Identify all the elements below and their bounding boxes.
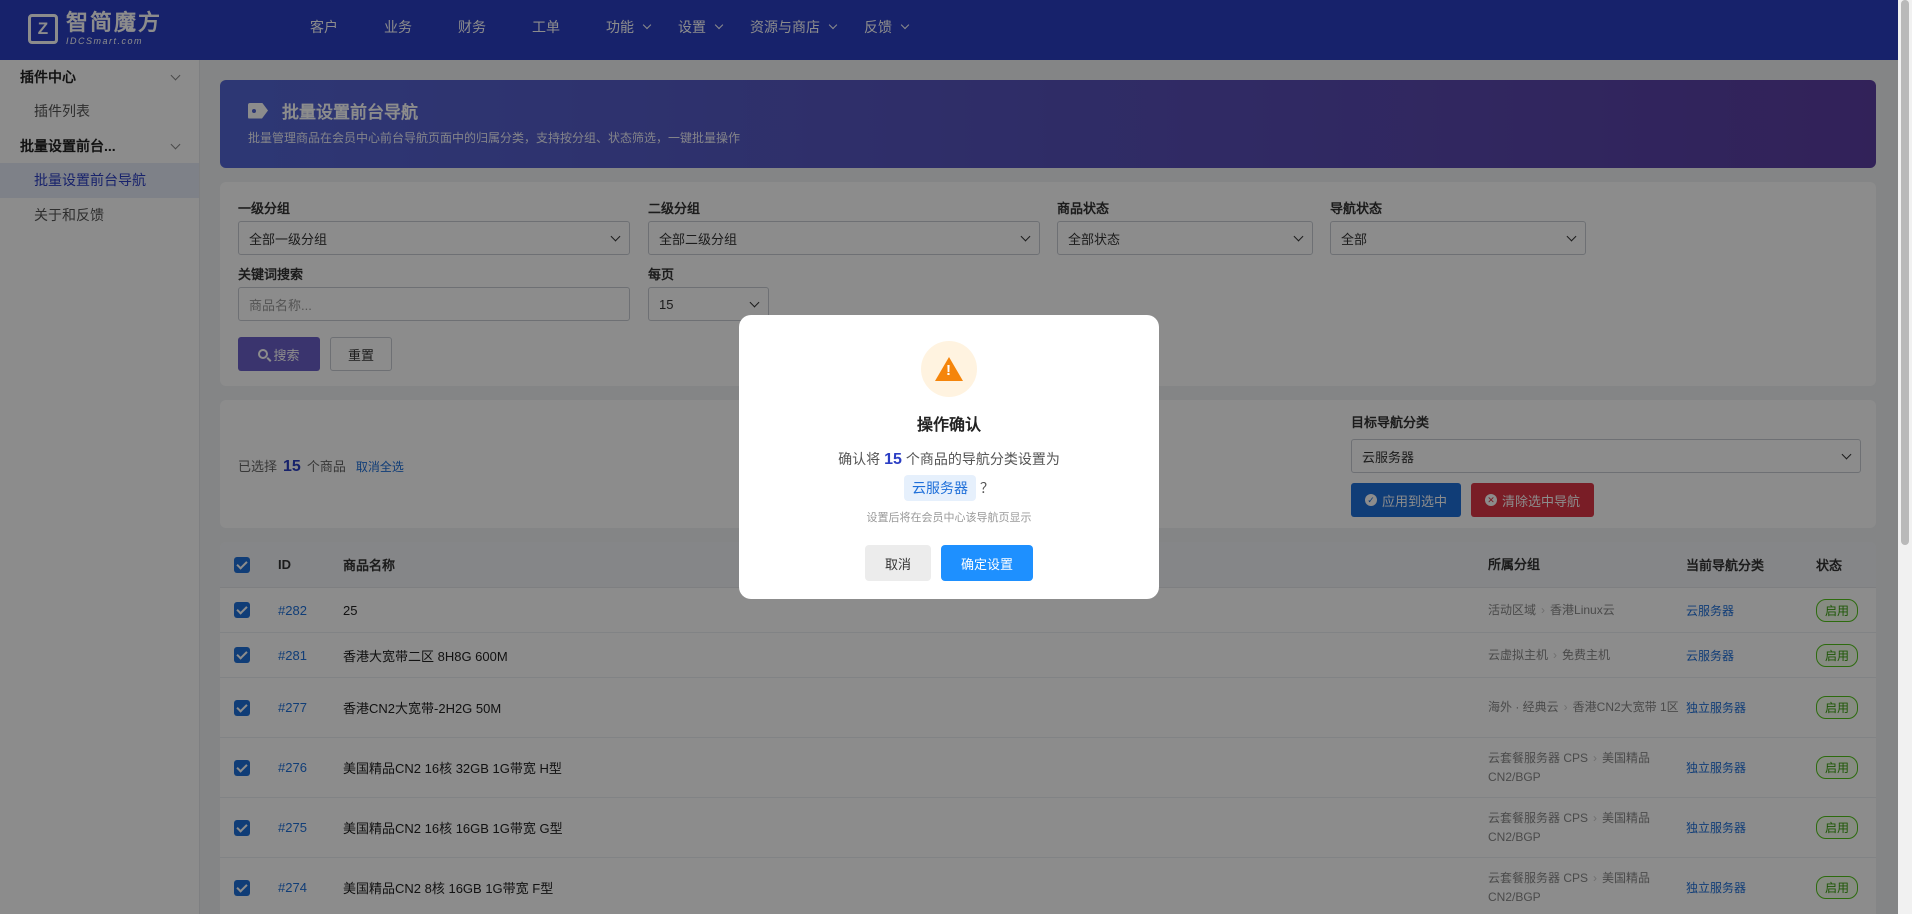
dialog-title: 操作确认	[916, 417, 981, 434]
warning-icon: !	[921, 341, 977, 397]
scrollbar-thumb[interactable]	[1901, 0, 1909, 545]
dialog-message: 确认将 15 个商品的导航分类设置为	[838, 451, 1060, 468]
dialog-count: 15	[884, 451, 902, 468]
dialog-category-tag: 云服务器	[904, 475, 977, 501]
dialog-hint: 设置后将在会员中心该导航页显示	[866, 512, 1032, 524]
confirm-button[interactable]: 确定设置	[941, 545, 1033, 581]
confirm-dialog: ! 操作确认 确认将 15 个商品的导航分类设置为 云服务器 ？ 设置后将在会员中心…	[739, 315, 1159, 599]
page-scrollbar[interactable]	[1898, 0, 1912, 914]
cancel-button[interactable]: 取消	[865, 545, 931, 581]
